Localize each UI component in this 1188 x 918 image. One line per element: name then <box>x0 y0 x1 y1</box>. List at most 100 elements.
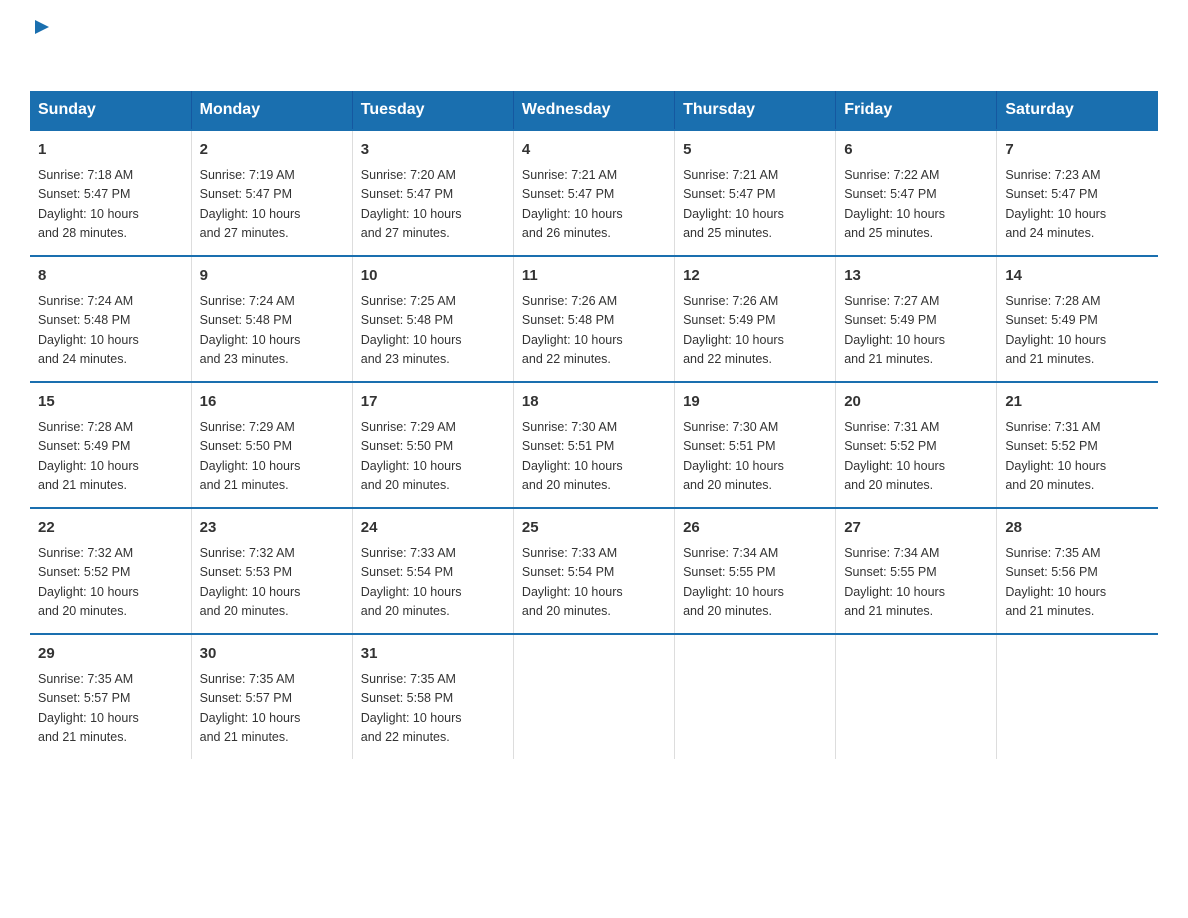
day-number: 20 <box>844 391 988 414</box>
day-number: 28 <box>1005 517 1150 540</box>
day-info: Sunrise: 7:28 AMSunset: 5:49 PMDaylight:… <box>1005 292 1150 370</box>
calendar-cell: 13 Sunrise: 7:27 AMSunset: 5:49 PMDayligh… <box>836 256 997 382</box>
calendar-cell: 20 Sunrise: 7:31 AMSunset: 5:52 PMDayligh… <box>836 382 997 508</box>
logo-arrow-icon <box>33 18 51 41</box>
calendar-cell: 23 Sunrise: 7:32 AMSunset: 5:53 PMDayligh… <box>191 508 352 634</box>
calendar-cell <box>513 634 674 759</box>
calendar-cell: 27 Sunrise: 7:34 AMSunset: 5:55 PMDayligh… <box>836 508 997 634</box>
day-info: Sunrise: 7:32 AMSunset: 5:52 PMDaylight:… <box>38 544 183 622</box>
day-info: Sunrise: 7:21 AMSunset: 5:47 PMDaylight:… <box>683 166 827 244</box>
day-info: Sunrise: 7:29 AMSunset: 5:50 PMDaylight:… <box>361 418 505 496</box>
calendar-cell: 10 Sunrise: 7:25 AMSunset: 5:48 PMDayligh… <box>352 256 513 382</box>
calendar-cell: 9 Sunrise: 7:24 AMSunset: 5:48 PMDaylight… <box>191 256 352 382</box>
day-number: 2 <box>200 139 344 162</box>
day-info: Sunrise: 7:24 AMSunset: 5:48 PMDaylight:… <box>200 292 344 370</box>
calendar-cell: 29 Sunrise: 7:35 AMSunset: 5:57 PMDayligh… <box>30 634 191 759</box>
day-number: 23 <box>200 517 344 540</box>
day-number: 4 <box>522 139 666 162</box>
day-info: Sunrise: 7:30 AMSunset: 5:51 PMDaylight:… <box>522 418 666 496</box>
day-number: 29 <box>38 643 183 666</box>
calendar-cell <box>836 634 997 759</box>
header-monday: Monday <box>191 91 352 130</box>
calendar-cell <box>675 634 836 759</box>
day-number: 8 <box>38 265 183 288</box>
day-info: Sunrise: 7:35 AMSunset: 5:58 PMDaylight:… <box>361 670 505 748</box>
calendar-cell: 26 Sunrise: 7:34 AMSunset: 5:55 PMDayligh… <box>675 508 836 634</box>
day-info: Sunrise: 7:33 AMSunset: 5:54 PMDaylight:… <box>522 544 666 622</box>
day-number: 17 <box>361 391 505 414</box>
day-number: 26 <box>683 517 827 540</box>
day-info: Sunrise: 7:31 AMSunset: 5:52 PMDaylight:… <box>1005 418 1150 496</box>
calendar-header-row: SundayMondayTuesdayWednesdayThursdayFrid… <box>30 91 1158 130</box>
calendar-cell <box>997 634 1158 759</box>
day-info: Sunrise: 7:24 AMSunset: 5:48 PMDaylight:… <box>38 292 183 370</box>
day-info: Sunrise: 7:35 AMSunset: 5:57 PMDaylight:… <box>200 670 344 748</box>
logo <box>30 20 51 71</box>
calendar-cell: 24 Sunrise: 7:33 AMSunset: 5:54 PMDayligh… <box>352 508 513 634</box>
calendar-cell: 31 Sunrise: 7:35 AMSunset: 5:58 PMDayligh… <box>352 634 513 759</box>
calendar-cell: 12Sunrise: 7:26 AMSunset: 5:49 PMDayligh… <box>675 256 836 382</box>
header-sunday: Sunday <box>30 91 191 130</box>
day-info: Sunrise: 7:31 AMSunset: 5:52 PMDaylight:… <box>844 418 988 496</box>
header-saturday: Saturday <box>997 91 1158 130</box>
day-number: 15 <box>38 391 183 414</box>
day-info: Sunrise: 7:26 AMSunset: 5:48 PMDaylight:… <box>522 292 666 370</box>
day-number: 12 <box>683 265 827 288</box>
calendar-cell: 6 Sunrise: 7:22 AMSunset: 5:47 PMDaylight… <box>836 130 997 256</box>
day-number: 14 <box>1005 265 1150 288</box>
header-tuesday: Tuesday <box>352 91 513 130</box>
day-info: Sunrise: 7:23 AMSunset: 5:47 PMDaylight:… <box>1005 166 1150 244</box>
day-number: 25 <box>522 517 666 540</box>
calendar-cell: 16Sunrise: 7:29 AMSunset: 5:50 PMDayligh… <box>191 382 352 508</box>
day-info: Sunrise: 7:25 AMSunset: 5:48 PMDaylight:… <box>361 292 505 370</box>
calendar-cell: 2 Sunrise: 7:19 AMSunset: 5:47 PMDaylight… <box>191 130 352 256</box>
calendar-cell: 22 Sunrise: 7:32 AMSunset: 5:52 PMDayligh… <box>30 508 191 634</box>
day-info: Sunrise: 7:27 AMSunset: 5:49 PMDaylight:… <box>844 292 988 370</box>
header-friday: Friday <box>836 91 997 130</box>
calendar-cell: 30Sunrise: 7:35 AMSunset: 5:57 PMDayligh… <box>191 634 352 759</box>
day-number: 1 <box>38 139 183 162</box>
day-number: 9 <box>200 265 344 288</box>
calendar-cell: 11 Sunrise: 7:26 AMSunset: 5:48 PMDayligh… <box>513 256 674 382</box>
calendar-cell: 8 Sunrise: 7:24 AMSunset: 5:48 PMDaylight… <box>30 256 191 382</box>
calendar-cell: 18 Sunrise: 7:30 AMSunset: 5:51 PMDayligh… <box>513 382 674 508</box>
calendar-cell: 25 Sunrise: 7:33 AMSunset: 5:54 PMDayligh… <box>513 508 674 634</box>
calendar-cell: 14 Sunrise: 7:28 AMSunset: 5:49 PMDayligh… <box>997 256 1158 382</box>
calendar-cell: 17 Sunrise: 7:29 AMSunset: 5:50 PMDayligh… <box>352 382 513 508</box>
day-number: 22 <box>38 517 183 540</box>
page-header <box>30 20 1158 71</box>
day-number: 27 <box>844 517 988 540</box>
day-info: Sunrise: 7:34 AMSunset: 5:55 PMDaylight:… <box>844 544 988 622</box>
day-info: Sunrise: 7:32 AMSunset: 5:53 PMDaylight:… <box>200 544 344 622</box>
header-wednesday: Wednesday <box>513 91 674 130</box>
day-info: Sunrise: 7:33 AMSunset: 5:54 PMDaylight:… <box>361 544 505 622</box>
calendar-table: SundayMondayTuesdayWednesdayThursdayFrid… <box>30 91 1158 759</box>
day-number: 21 <box>1005 391 1150 414</box>
day-info: Sunrise: 7:29 AMSunset: 5:50 PMDaylight:… <box>200 418 344 496</box>
day-number: 13 <box>844 265 988 288</box>
day-info: Sunrise: 7:19 AMSunset: 5:47 PMDaylight:… <box>200 166 344 244</box>
calendar-week-row: 29 Sunrise: 7:35 AMSunset: 5:57 PMDayligh… <box>30 634 1158 759</box>
day-info: Sunrise: 7:35 AMSunset: 5:57 PMDaylight:… <box>38 670 183 748</box>
day-number: 11 <box>522 265 666 288</box>
day-number: 7 <box>1005 139 1150 162</box>
calendar-week-row: 1 Sunrise: 7:18 AMSunset: 5:47 PMDaylight… <box>30 130 1158 256</box>
day-number: 24 <box>361 517 505 540</box>
calendar-cell: 7 Sunrise: 7:23 AMSunset: 5:47 PMDaylight… <box>997 130 1158 256</box>
calendar-week-row: 15 Sunrise: 7:28 AMSunset: 5:49 PMDayligh… <box>30 382 1158 508</box>
day-info: Sunrise: 7:30 AMSunset: 5:51 PMDaylight:… <box>683 418 827 496</box>
day-number: 18 <box>522 391 666 414</box>
day-info: Sunrise: 7:28 AMSunset: 5:49 PMDaylight:… <box>38 418 183 496</box>
day-info: Sunrise: 7:22 AMSunset: 5:47 PMDaylight:… <box>844 166 988 244</box>
day-info: Sunrise: 7:35 AMSunset: 5:56 PMDaylight:… <box>1005 544 1150 622</box>
day-info: Sunrise: 7:34 AMSunset: 5:55 PMDaylight:… <box>683 544 827 622</box>
calendar-week-row: 22 Sunrise: 7:32 AMSunset: 5:52 PMDayligh… <box>30 508 1158 634</box>
calendar-cell: 1 Sunrise: 7:18 AMSunset: 5:47 PMDaylight… <box>30 130 191 256</box>
day-number: 5 <box>683 139 827 162</box>
day-info: Sunrise: 7:18 AMSunset: 5:47 PMDaylight:… <box>38 166 183 244</box>
day-info: Sunrise: 7:20 AMSunset: 5:47 PMDaylight:… <box>361 166 505 244</box>
day-number: 10 <box>361 265 505 288</box>
day-number: 3 <box>361 139 505 162</box>
day-number: 6 <box>844 139 988 162</box>
day-number: 31 <box>361 643 505 666</box>
